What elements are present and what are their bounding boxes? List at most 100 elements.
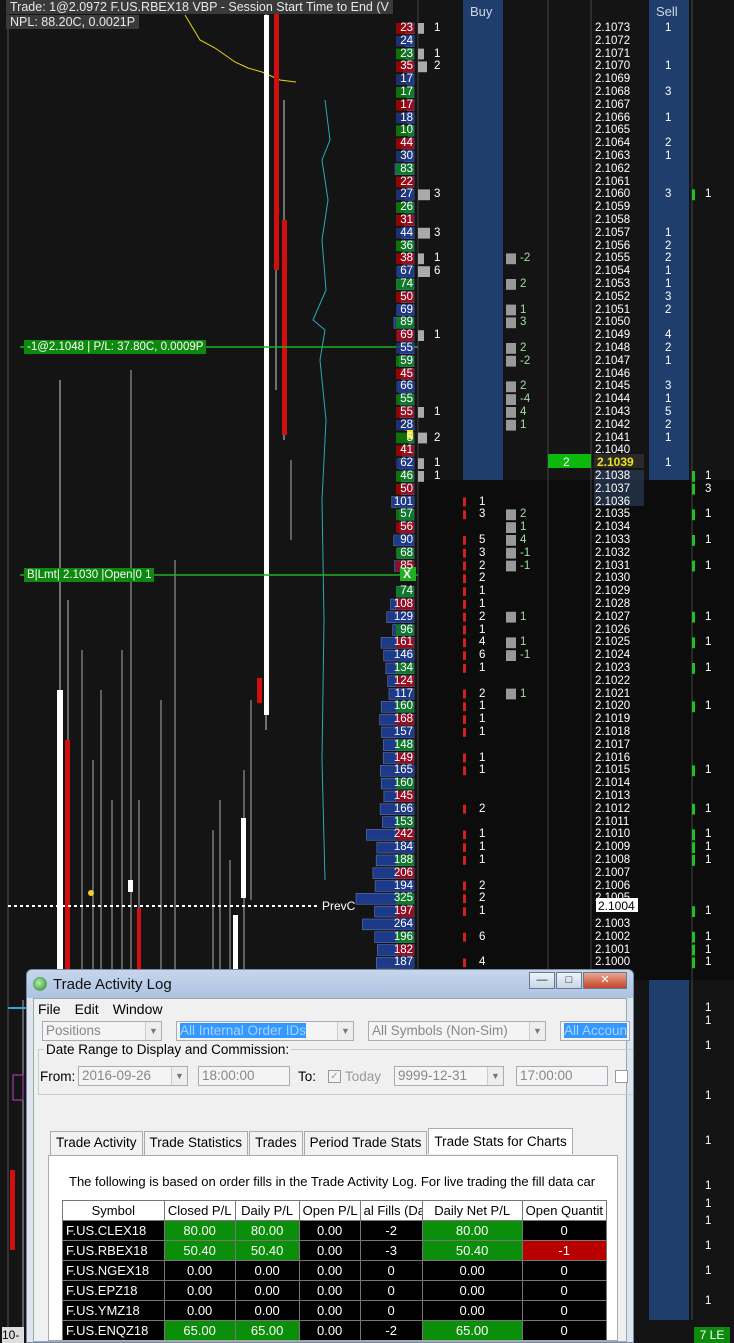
- from-time-input[interactable]: 18:00:00: [198, 1066, 290, 1086]
- table-cell: 0: [521, 1280, 607, 1301]
- buy-size-change: -1: [520, 559, 531, 572]
- menu-file[interactable]: File: [38, 1001, 61, 1017]
- table-row[interactable]: F.US.NGEX18 0.00 0.00 0.00 0 0.00 0: [62, 1260, 607, 1281]
- tab-trades[interactable]: Trades: [249, 1131, 303, 1155]
- ladder-price: 2.1059: [595, 201, 631, 214]
- buy-size-bar: [506, 304, 516, 316]
- accounts-select[interactable]: All Accoun: [560, 1021, 630, 1041]
- buy-trades: 3: [434, 226, 441, 239]
- buy-trades: 1: [434, 457, 441, 470]
- app-icon: [33, 977, 47, 991]
- left-tag: 10-: [2, 1327, 24, 1343]
- sell-marker: [692, 189, 695, 201]
- ladder-price: 2.1067: [595, 98, 631, 111]
- tab-period-trade-stats[interactable]: Period Trade Stats: [303, 1131, 428, 1155]
- to-date-input[interactable]: 9999-12-31 ▼: [394, 1066, 504, 1086]
- today-checkbox[interactable]: ✓: [328, 1070, 341, 1083]
- bid-marker: [463, 600, 466, 609]
- vbp-volume: 10: [400, 124, 413, 137]
- bid-marker: [463, 510, 466, 520]
- vbp-volume: 55: [400, 342, 413, 354]
- table-row[interactable]: F.US.YMZ18 0.00 0.00 0.00 0 0.00 0: [62, 1300, 607, 1321]
- sell-trades: 4: [665, 329, 672, 342]
- sell-trades: 3: [665, 380, 672, 393]
- bid-marker: [463, 766, 466, 776]
- sell-marker: [692, 842, 695, 853]
- buy-size-bar: [506, 394, 516, 405]
- column-header[interactable]: Symbol: [62, 1200, 165, 1221]
- column-header[interactable]: Closed P/L: [163, 1200, 236, 1221]
- table-row[interactable]: F.US.ENQZ18 65.00 65.00 0.00 -2 65.00 0: [62, 1320, 607, 1340]
- to-time-input[interactable]: 17:00:00: [516, 1066, 608, 1086]
- ladder-price: 2.1008: [595, 854, 631, 866]
- maximize-button[interactable]: □: [556, 972, 582, 989]
- table-cell: 0: [359, 1280, 423, 1301]
- sell-trades: 2: [665, 137, 672, 150]
- ladder-price: 2.1042: [595, 418, 631, 431]
- table-cell: -1: [521, 1240, 607, 1261]
- menu-window[interactable]: Window: [113, 1001, 163, 1017]
- column-header[interactable]: al Fills (Da: [359, 1200, 423, 1221]
- vbp-volume: 22: [400, 175, 413, 188]
- menu-edit[interactable]: Edit: [75, 1001, 99, 1017]
- vbp-volume: 160: [393, 777, 413, 790]
- buy-trade-bar: [418, 432, 427, 444]
- column-header[interactable]: Open P/L: [298, 1200, 361, 1221]
- vbp-volume: 30: [400, 150, 413, 162]
- vbp-volume: 101: [393, 495, 413, 508]
- vbp-volume: 264: [393, 918, 413, 930]
- buy-trade-bar: [418, 61, 427, 73]
- menu-bar: File Edit Window: [34, 999, 626, 1019]
- sell-size: 1: [705, 534, 712, 546]
- positions-select[interactable]: Positions ▼: [42, 1021, 162, 1041]
- position-label[interactable]: -1@2.1048 | P/L: 37.80C, 0.0009P: [24, 340, 207, 354]
- from-date-input[interactable]: 2016-09-26 ▼: [78, 1066, 188, 1086]
- bid-quantity: 1: [479, 713, 486, 726]
- sell-size: 1: [705, 1215, 712, 1227]
- ladder-price: 2.1031: [595, 559, 631, 572]
- close-button[interactable]: ✕: [583, 972, 627, 989]
- vbp-volume: 23: [400, 47, 413, 60]
- table-row[interactable]: F.US.EPZ18 0.00 0.00 0.00 0 0.00 0: [62, 1280, 607, 1301]
- table-cell: F.US.RBEX18: [62, 1240, 165, 1261]
- vbp-volume: 17: [400, 98, 413, 111]
- window-title-bar[interactable]: Trade Activity Log — □ ✕: [27, 970, 633, 998]
- column-header[interactable]: Daily P/L: [234, 1200, 300, 1221]
- tab-trade-statistics[interactable]: Trade Statistics: [143, 1131, 249, 1155]
- vbp-volume: 17: [400, 86, 413, 98]
- tab-trade-stats-for-charts[interactable]: Trade Stats for Charts: [428, 1128, 573, 1154]
- table-cell: 195.40: [235, 1341, 299, 1342]
- option-checkbox[interactable]: [615, 1070, 628, 1083]
- vbp-volume: 145: [393, 790, 413, 802]
- order-label[interactable]: B|Lmt| 2.1030 |Open|0 1: [24, 568, 155, 582]
- sell-size: 1: [705, 764, 712, 777]
- sell-size: 1: [705, 956, 712, 969]
- trade-activity-log-window[interactable]: Trade Activity Log — □ ✕ File Edit Windo…: [26, 969, 634, 1343]
- tab-trade-activity[interactable]: Trade Activity: [50, 1131, 143, 1155]
- sell-size: 1: [705, 1265, 712, 1277]
- minimize-button[interactable]: —: [529, 972, 555, 989]
- table-row[interactable]: F.US.CLEX18 80.00 80.00 0.00 -2 80.00 0: [62, 1220, 607, 1241]
- sell-trades: 1: [665, 22, 672, 34]
- table-row[interactable]: Totals (Currency195.40195.400.00195.40: [63, 1341, 607, 1342]
- buy-size-bar: [506, 611, 516, 623]
- vbp-volume: 96: [400, 623, 413, 636]
- ladder-price: 2.1065: [595, 124, 631, 137]
- vbp-volume: 45: [400, 367, 413, 380]
- ladder-price: 2.1030: [595, 572, 631, 585]
- column-header[interactable]: Open Quantit: [521, 1200, 607, 1221]
- symbols-select[interactable]: All Symbols (Non-Sim) ▼: [368, 1021, 546, 1041]
- table-row[interactable]: F.US.RBEX18 50.40 50.40 0.00 -3 50.40 -1: [62, 1240, 607, 1261]
- buy-trade-bar: [418, 266, 430, 277]
- ladder-price: 2.1013: [595, 790, 631, 802]
- vbp-volume: 66: [400, 380, 413, 393]
- order-ids-select[interactable]: All Internal Order IDs ▼: [176, 1021, 354, 1041]
- column-header[interactable]: Daily Net P/L: [421, 1200, 523, 1221]
- bid-marker: [463, 715, 466, 724]
- sell-trades: 2: [665, 342, 672, 354]
- sell-size: 1: [705, 559, 712, 572]
- table-cell: 80.00: [234, 1220, 300, 1241]
- bid-quantity: 1: [479, 585, 486, 598]
- vbp-volume: 55: [400, 406, 413, 418]
- buy-trades: 6: [434, 265, 441, 278]
